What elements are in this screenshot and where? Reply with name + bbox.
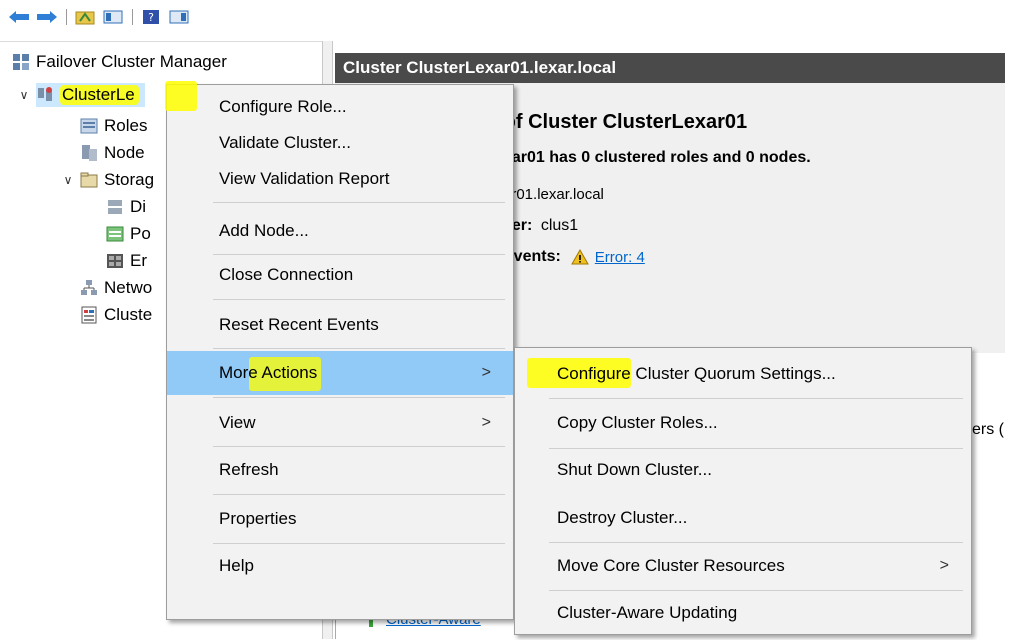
toolbar-separator — [132, 9, 133, 25]
svg-text:?: ? — [148, 11, 154, 24]
menu-item-label: Reset Recent Events — [219, 315, 379, 334]
tree-item-label: Storag — [104, 170, 155, 189]
expand-storage-chevron-icon[interactable]: ∨ — [62, 173, 74, 187]
tree-item-label: Netwo — [104, 278, 153, 297]
tree-item-nodes[interactable]: Node — [80, 141, 145, 165]
menu-separator — [213, 446, 505, 447]
submenu-item-label: Configure Cluster Quorum Settings... — [557, 364, 836, 383]
menu-item-view[interactable]: View > — [167, 401, 513, 445]
enclosures-icon — [106, 252, 124, 270]
submenu-item-label: Destroy Cluster... — [557, 508, 688, 527]
tree-item-label: Roles — [104, 116, 148, 135]
storage-icon — [80, 171, 98, 189]
menu-item-add-node[interactable]: Add Node... — [167, 209, 513, 253]
submenu-item-cluster-aware-updating[interactable]: Cluster-Aware Updating — [515, 591, 971, 635]
menu-separator — [549, 542, 963, 543]
tree-item-networks[interactable]: Netwo — [80, 276, 152, 300]
main-header: Cluster ClusterLexar01.lexar.local — [335, 53, 1005, 83]
submenu-item-label: Shut Down Cluster... — [557, 460, 712, 479]
tree-root-label: Failover Cluster Manager — [36, 52, 227, 71]
tree-item-pools[interactable]: Po — [106, 222, 151, 246]
submenu-chevron-icon: > — [481, 414, 491, 431]
events-error-link[interactable]: Error: 4 — [595, 249, 645, 266]
networks-icon — [80, 279, 98, 297]
menu-item-reset-recent-events[interactable]: Reset Recent Events — [167, 303, 513, 347]
menu-item-label: View Validation Report — [219, 169, 390, 188]
menu-item-label: Validate Cluster... — [219, 133, 351, 152]
menu-separator — [213, 494, 505, 495]
menu-item-label: Help — [219, 556, 254, 575]
truncated-text: ers ( — [972, 421, 1004, 438]
submenu-item-label: Move Core Cluster Resources — [557, 556, 785, 575]
menu-item-more-actions[interactable]: More Actions > — [167, 351, 513, 395]
submenu-chevron-icon: > — [939, 557, 949, 574]
menu-separator — [213, 397, 505, 398]
submenu-item-label: Cluster-Aware Updating — [557, 603, 738, 622]
pools-icon — [106, 225, 124, 243]
menu-item-label: Configure Role... — [219, 97, 347, 116]
cluster-context-menu: Configure Role... Validate Cluster... Vi… — [165, 81, 514, 620]
tree-item-cluster-events[interactable]: Cluste — [80, 303, 152, 327]
cluster-label: ClusterLe — [60, 85, 139, 105]
toolbar-separator — [66, 9, 67, 25]
submenu-item-destroy-cluster[interactable]: Destroy Cluster... — [515, 496, 971, 540]
submenu-item-shut-down-cluster[interactable]: Shut Down Cluster... — [515, 448, 971, 492]
tree-item-label: Di — [130, 197, 147, 216]
submenu-item-move-core-resources[interactable]: Move Core Cluster Resources > — [515, 544, 971, 588]
warning-icon — [570, 249, 589, 265]
server-value: clus1 — [540, 217, 579, 234]
tree-item-label: Node — [104, 143, 145, 162]
show-hide-action-pane-icon[interactable] — [168, 8, 190, 26]
summary-domain: ar01.lexar.local — [503, 186, 604, 203]
help-icon[interactable]: ? — [140, 8, 162, 26]
show-hide-console-tree-icon[interactable] — [102, 8, 124, 26]
forward-arrow-icon[interactable] — [36, 8, 58, 26]
menu-item-refresh[interactable]: Refresh — [167, 448, 513, 492]
summary-line: kar01 has 0 clustered roles and 0 nodes. — [503, 149, 811, 166]
menu-separator — [213, 299, 505, 300]
summary-server-row: ver: clus1 — [503, 217, 578, 235]
menu-item-properties[interactable]: Properties — [167, 497, 513, 541]
menu-item-label: Close Connection — [219, 265, 354, 284]
submenu-chevron-icon: > — [481, 364, 491, 381]
nodes-icon — [80, 144, 98, 162]
summary-events-row: Events: Error: 4 — [503, 248, 645, 266]
menu-separator — [213, 202, 505, 203]
submenu-item-configure-quorum[interactable]: Configure Cluster Quorum Settings... — [515, 352, 971, 396]
tree-item-roles[interactable]: Roles — [80, 114, 147, 138]
menu-item-label: View — [219, 413, 256, 432]
toolbar: ? — [0, 0, 1009, 34]
menu-item-view-validation-report[interactable]: View Validation Report — [167, 157, 513, 201]
cluster-icon — [36, 86, 54, 104]
tree-item-label: Cluste — [104, 305, 153, 324]
tree-item-cluster[interactable]: ClusterLe — [36, 83, 145, 107]
failover-cluster-manager-icon — [12, 53, 30, 71]
menu-separator — [213, 348, 505, 349]
menu-item-label: Properties — [219, 509, 297, 528]
cluster-events-icon — [80, 306, 98, 324]
tree-root-failover-cluster-manager[interactable]: Failover Cluster Manager — [12, 50, 227, 74]
tree-item-label: Po — [130, 224, 151, 243]
menu-item-label: Refresh — [219, 460, 279, 479]
up-folder-icon[interactable] — [74, 8, 96, 26]
tree-item-label: Er — [130, 251, 147, 270]
menu-item-help[interactable]: Help — [167, 544, 513, 588]
back-arrow-icon[interactable] — [8, 8, 30, 26]
menu-item-label: Add Node... — [219, 221, 309, 240]
submenu-item-label: Copy Cluster Roles... — [557, 413, 718, 432]
submenu-item-copy-cluster-roles[interactable]: Copy Cluster Roles... — [515, 401, 971, 445]
summary-title: y of Cluster ClusterLexar01 — [487, 111, 748, 133]
menu-item-label: More Actions — [219, 363, 318, 382]
menu-item-close-connection[interactable]: Close Connection — [167, 253, 513, 297]
tree-item-disks[interactable]: Di — [106, 195, 146, 219]
tree-item-enclosures[interactable]: Er — [106, 249, 147, 273]
tree-item-storage[interactable]: Storag — [80, 168, 154, 192]
roles-icon — [80, 117, 98, 135]
menu-separator — [549, 398, 963, 399]
more-actions-submenu: Configure Cluster Quorum Settings... Cop… — [514, 347, 972, 635]
disks-icon — [106, 198, 124, 216]
expand-cluster-chevron-icon[interactable]: ∨ — [18, 88, 30, 102]
main-header-title: Cluster ClusterLexar01.lexar.local — [343, 58, 617, 77]
